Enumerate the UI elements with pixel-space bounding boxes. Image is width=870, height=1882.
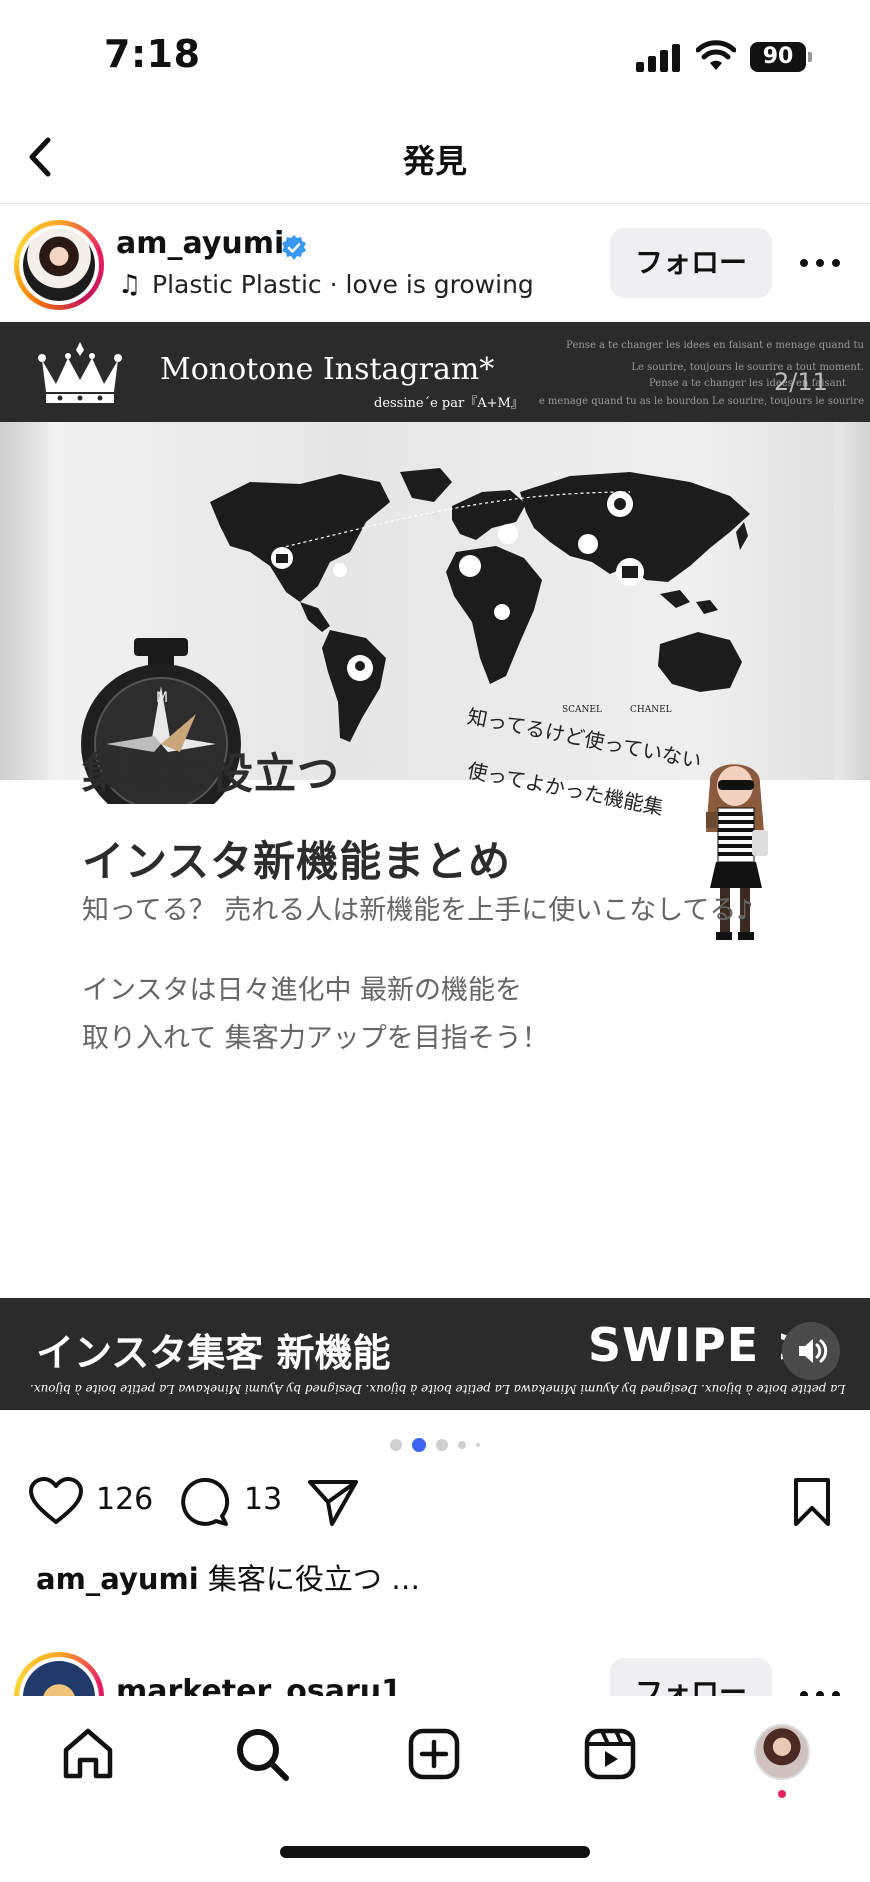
notification-dot: [778, 1790, 786, 1798]
cellular-signal-icon: [636, 44, 680, 72]
story-ring[interactable]: [14, 220, 104, 310]
deco-text-line: Pense a te changer les idees en faisant …: [566, 340, 864, 351]
bookmark-icon[interactable]: [788, 1476, 836, 1528]
body-text-line: インスタは日々進化中 最新の機能を: [82, 975, 523, 1006]
avatar[interactable]: [19, 1657, 99, 1696]
svg-text:M: M: [156, 690, 168, 706]
follow-button[interactable]: フォロー: [610, 1658, 772, 1696]
like-count[interactable]: 126: [96, 1482, 153, 1517]
home-indicator: [280, 1846, 590, 1858]
reels-icon[interactable]: [580, 1724, 640, 1784]
brand-title: Monotone Instagram*: [160, 352, 495, 387]
promo-title: インスタ集客 新機能: [36, 1331, 391, 1375]
add-icon[interactable]: [404, 1724, 464, 1784]
next-post-username[interactable]: marketer_osaru1: [116, 1674, 402, 1696]
deco-text-line: Le sourire, toujours le sourire a tout m…: [631, 362, 864, 373]
carousel-dot: [390, 1438, 402, 1451]
world-map-photo: SCANEL CHANEL M: [0, 422, 870, 804]
post-actions: 126 13: [0, 1468, 870, 1538]
follow-button[interactable]: フォロー: [610, 228, 772, 298]
more-horizontal-icon[interactable]: [798, 256, 842, 270]
sound-toggle-button[interactable]: [782, 1322, 840, 1380]
post-caption[interactable]: am_ayumi 集客に役立つ …: [36, 1556, 420, 1598]
battery-indicator: 90: [750, 42, 806, 72]
carousel-dot-active: [412, 1437, 426, 1452]
status-bar: 7:18 90: [0, 0, 870, 110]
carousel-dot: [476, 1442, 480, 1447]
carousel-page-counter: 2/11: [774, 368, 828, 396]
heart-icon[interactable]: [28, 1476, 84, 1526]
avatar[interactable]: [19, 225, 99, 305]
carousel-dot: [436, 1438, 448, 1451]
post-header: am_ayumi ♫ Plastic Plastic · love is gro…: [0, 206, 870, 322]
status-time: 7:18: [104, 32, 201, 76]
next-post-header: marketer_osaru1 フォロー: [0, 1648, 870, 1696]
comment-count[interactable]: 13: [244, 1482, 282, 1517]
headline-line-1: 集客に役立つ: [82, 749, 341, 798]
body-text-line: 知ってる？ 売れる人は新機能を上手に使いこなしてる♪: [82, 895, 754, 926]
music-note-icon: ♫: [118, 270, 142, 300]
home-icon[interactable]: [58, 1724, 118, 1784]
deco-text-line: e menage quand tu as le bourdon Le souri…: [538, 396, 864, 407]
battery-tip: [808, 52, 812, 62]
promo-deco-text: La petite boite à bijoux. Designed by Ay…: [30, 1382, 846, 1396]
map-label: CHANEL: [630, 705, 672, 715]
map-label: SCANEL: [562, 705, 602, 715]
page-title: 発見: [402, 142, 467, 180]
crown-icon: [38, 342, 122, 403]
verified-badge-icon: [282, 235, 306, 260]
comment-icon[interactable]: [178, 1476, 230, 1528]
profile-avatar[interactable]: [754, 1724, 810, 1780]
brand-subtitle: dessine´e par『A+M』: [374, 396, 524, 411]
headline-line-2: インスタ新機能まとめ: [82, 837, 512, 886]
wifi-icon: [696, 40, 736, 70]
nav-header: 発見: [0, 110, 870, 204]
story-ring[interactable]: [14, 1652, 104, 1696]
search-icon[interactable]: [232, 1724, 292, 1784]
caption-username[interactable]: am_ayumi: [36, 1562, 199, 1596]
more-horizontal-icon[interactable]: [798, 1688, 842, 1696]
send-icon[interactable]: [306, 1476, 360, 1528]
carousel-dot: [458, 1440, 466, 1449]
body-text-line: 取り入れて 集客力アップを目指そう！: [82, 1023, 549, 1054]
image-bottom-banner: インスタ集客 新機能 SWIPE > La petite boite à bij…: [0, 1298, 870, 1410]
caption-text: 集客に役立つ …: [198, 1562, 421, 1596]
song-label[interactable]: Plastic Plastic · love is growing: [152, 270, 534, 299]
carousel-indicator: [0, 1434, 870, 1452]
post-username[interactable]: am_ayumi: [116, 226, 284, 261]
image-top-banner: Monotone Instagram* dessine´e par『A+M』 P…: [0, 322, 870, 422]
post-image[interactable]: Monotone Instagram* dessine´e par『A+M』 P…: [0, 322, 870, 1410]
speaker-icon: [799, 1339, 828, 1363]
